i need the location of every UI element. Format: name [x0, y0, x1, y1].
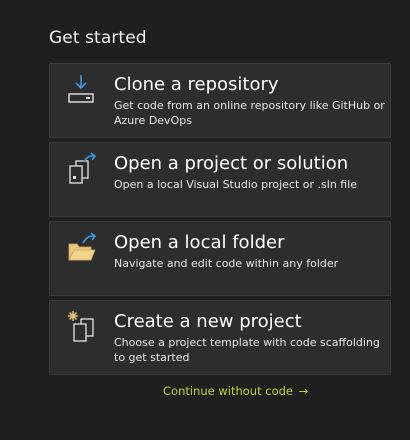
create-project-description: Choose a project template with code scaf…	[114, 336, 380, 364]
open-project-title: Open a project or solution	[114, 153, 349, 174]
open-folder-card[interactable]: Open a local folder Navigate and edit co…	[49, 221, 391, 296]
create-project-card[interactable]: Create a new project Choose a project te…	[49, 300, 391, 375]
clone-repository-card[interactable]: Clone a repository Get code from an onli…	[49, 63, 391, 138]
continue-without-code-label: Continue without code	[163, 384, 293, 398]
open-folder-description: Navigate and edit code within any folder	[114, 257, 339, 270]
create-project-title: Create a new project	[114, 311, 302, 332]
clone-download-icon	[65, 72, 99, 106]
continue-without-code-link[interactable]: Continue without code →	[163, 383, 308, 399]
open-project-description: Open a local Visual Studio project or .s…	[114, 178, 358, 191]
open-folder-icon	[65, 230, 99, 264]
clone-repository-title: Clone a repository	[114, 74, 279, 95]
clone-repository-description: Get code from an online repository like …	[114, 99, 385, 127]
open-folder-title: Open a local folder	[114, 232, 285, 253]
new-project-icon	[65, 309, 99, 343]
page-title: Get started	[49, 28, 147, 48]
open-project-card[interactable]: Open a project or solution Open a local …	[49, 142, 391, 217]
arrow-right-icon: →	[298, 384, 309, 398]
get-started-panel: Get started Clone a repository Get code …	[0, 0, 410, 440]
open-project-icon	[65, 151, 99, 185]
